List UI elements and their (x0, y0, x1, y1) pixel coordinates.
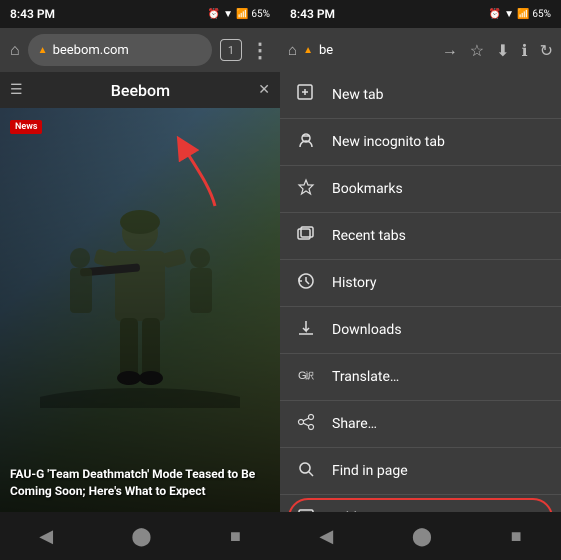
url-text: beebom.com (53, 43, 129, 58)
refresh-icon[interactable]: ↻ (540, 41, 553, 60)
incognito-icon (296, 131, 316, 153)
bookmarks-icon (296, 178, 316, 200)
news-caption: FAU-G 'Team Deathmatch' Mode Teased to B… (10, 466, 270, 500)
back-button-right[interactable]: ◀ (319, 526, 333, 547)
add-home-label: Add to Home screen (332, 510, 459, 512)
battery-icon: 65% (251, 9, 270, 20)
history-icon (296, 272, 316, 294)
menu-item-add-home[interactable]: Add to Home screen (280, 495, 561, 512)
more-menu-icon[interactable]: ⋮ (250, 38, 270, 62)
forward-icon[interactable]: → (442, 40, 458, 60)
menu-item-recent-tabs[interactable]: Recent tabs (280, 213, 561, 259)
status-icons-left: ⏰ ▼ 📶 65% (208, 9, 270, 20)
menu-item-incognito[interactable]: New incognito tab (280, 119, 561, 165)
close-tab-left-icon: ☰ (10, 82, 23, 98)
news-badge: News (10, 120, 42, 134)
screen: 8:43 PM ⏰ ▼ 📶 65% ⌂ ▲ beebom.com 1 ⋮ ☰ B… (0, 0, 561, 560)
svg-text:訳: 訳 (305, 370, 314, 381)
context-menu: New tab New incognito tab (280, 72, 561, 512)
menu-item-find[interactable]: Find in page (280, 448, 561, 494)
bottom-nav-right: ◀ ⬤ ■ (280, 512, 561, 560)
home-button-left[interactable]: ⬤ (131, 526, 151, 547)
news-image: News FAU-G 'Team Deathmatch' Mode Teased… (0, 108, 280, 512)
alarm-icon: ⏰ (208, 9, 220, 20)
share-label: Share… (332, 416, 377, 432)
history-label: History (332, 275, 377, 291)
warning-icon-r: ▲ (303, 45, 313, 56)
tab-count[interactable]: 1 (220, 39, 242, 61)
news-overlay (0, 108, 280, 512)
menu-item-bookmarks[interactable]: Bookmarks (280, 166, 561, 212)
status-icons-right: ⏰ ▼ 📶 65% (489, 9, 551, 20)
add-home-icon (296, 507, 316, 512)
battery-icon-r: 65% (532, 9, 551, 20)
signal-icon: 📶 (236, 9, 248, 20)
address-bar-left: ⌂ ▲ beebom.com 1 ⋮ (0, 28, 280, 72)
wifi-icon: ▼ (223, 9, 233, 20)
back-button-left[interactable]: ◀ (39, 526, 53, 547)
translate-label: Translate… (332, 369, 399, 385)
bottom-nav-left: ◀ ⬤ ■ (0, 512, 280, 560)
address-bar-right: ⌂ ▲ be → ☆ ⬇ ℹ ↻ (280, 28, 561, 72)
share-icon (296, 413, 316, 435)
recent-tabs-label: Recent tabs (332, 228, 406, 244)
recents-button-left[interactable]: ■ (230, 526, 241, 547)
downloads-label: Downloads (332, 322, 402, 338)
short-url: be (319, 43, 333, 58)
incognito-label: New incognito tab (332, 134, 445, 150)
red-arrow-indicator (175, 136, 225, 220)
new-tab-icon (296, 84, 316, 106)
alarm-icon-r: ⏰ (489, 9, 501, 20)
page-title: Beebom (23, 81, 259, 100)
translate-icon: G 訳 (296, 366, 316, 388)
warning-icon: ▲ (38, 45, 48, 56)
status-time-left: 8:43 PM (10, 7, 55, 21)
menu-item-share[interactable]: Share… (280, 401, 561, 447)
find-icon (296, 460, 316, 482)
addr-right-icons: → ☆ ⬇ ℹ ↻ (442, 40, 553, 60)
status-time-right: 8:43 PM (290, 7, 335, 21)
left-panel: 8:43 PM ⏰ ▼ 📶 65% ⌂ ▲ beebom.com 1 ⋮ ☰ B… (0, 0, 280, 560)
new-tab-label: New tab (332, 87, 383, 103)
menu-item-translate[interactable]: G 訳 Translate… (280, 354, 561, 400)
find-label: Find in page (332, 463, 408, 479)
close-tab-right-icon: ✕ (258, 82, 270, 98)
home-nav-icon[interactable]: ⌂ (10, 40, 20, 60)
back-nav-icon[interactable]: ⌂ (288, 41, 297, 59)
status-bar-left: 8:43 PM ⏰ ▼ 📶 65% (0, 0, 280, 28)
info-icon[interactable]: ℹ (522, 41, 528, 60)
downloads-icon (296, 319, 316, 341)
menu-item-history[interactable]: History (280, 260, 561, 306)
recents-button-right[interactable]: ■ (511, 526, 522, 547)
wifi-icon-r: ▼ (504, 9, 514, 20)
bookmarks-label: Bookmarks (332, 181, 403, 197)
page-header: ☰ Beebom ✕ (0, 72, 280, 108)
star-icon[interactable]: ☆ (470, 41, 484, 60)
download-icon[interactable]: ⬇ (496, 41, 509, 60)
menu-item-downloads[interactable]: Downloads (280, 307, 561, 353)
recent-tabs-icon (296, 225, 316, 247)
home-button-right[interactable]: ⬤ (412, 526, 432, 547)
status-bar-right: 8:43 PM ⏰ ▼ 📶 65% (280, 0, 561, 28)
content-area: News FAU-G 'Team Deathmatch' Mode Teased… (0, 108, 280, 512)
right-panel: 8:43 PM ⏰ ▼ 📶 65% ⌂ ▲ be → ☆ ⬇ ℹ ↻ (280, 0, 561, 560)
signal-icon-r: 📶 (517, 9, 529, 20)
menu-item-new-tab[interactable]: New tab (280, 72, 561, 118)
url-bar[interactable]: ▲ beebom.com (28, 34, 212, 66)
